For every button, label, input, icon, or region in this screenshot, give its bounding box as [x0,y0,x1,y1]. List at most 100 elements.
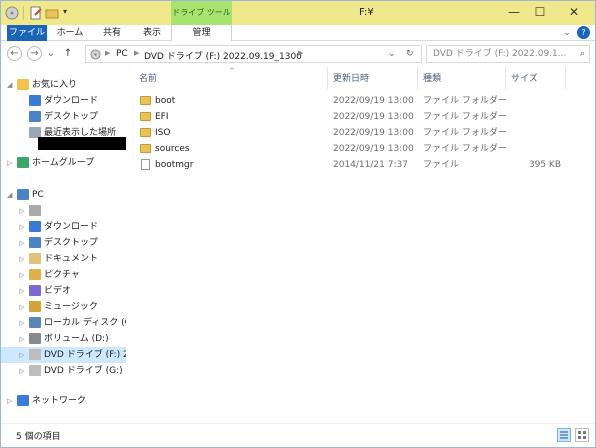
nav-item[interactable]: ▷ ホームグループ [7,155,94,171]
customize-quick-access-icon[interactable]: ▾ [59,3,71,21]
desktop-icon [29,111,41,122]
help-icon[interactable]: ? [577,26,590,39]
folder-icon [140,96,151,105]
file-icon [141,159,150,170]
expand-toggle-icon[interactable]: ▷ [19,347,29,363]
breadcrumb-current[interactable]: DVD ドライブ (F:) 2022.09.19_1300 [144,49,302,62]
nav-item[interactable]: ◢ お気に入り [7,77,77,93]
properties-icon[interactable] [29,6,43,20]
column-divider[interactable] [327,67,328,89]
expand-ribbon-icon[interactable]: ⌄ [561,25,573,41]
nav-item[interactable]: ▷ ビデオ [19,283,71,299]
forward-button[interactable]: → [27,46,42,61]
column-header-size[interactable]: サイズ [511,71,538,87]
nav-item[interactable]: ▷ ミュージック [19,299,98,315]
file-type: ファイル フォルダー [423,128,507,138]
dvd-drive-icon [90,49,101,60]
maximize-button[interactable]: ☐ [529,3,551,21]
pc-icon [17,189,29,200]
expand-toggle-icon[interactable]: ▷ [19,299,29,315]
drive-tools-context-header: ドライブ ツール [171,1,232,25]
file-name: sources [155,144,190,154]
drive-icon[interactable] [5,6,19,20]
file-size [511,109,561,125]
nav-item[interactable]: ▷ ドキュメント [19,251,98,267]
nav-item[interactable]: ◢ PC [7,187,44,203]
file-row[interactable]: bootmgr 2014/11/21 7:37 ファイル 395 KB [127,157,593,173]
search-box[interactable]: DVD ドライブ (F:) 2022.09.1... ⌕ [426,45,590,63]
expand-toggle-icon[interactable]: ▷ [7,155,17,171]
file-row[interactable]: boot 2022/09/19 13:00 ファイル フォルダー [127,93,593,109]
navigation-pane[interactable]: ◢ お気に入り ダウンロード デスクトップ 最近表示した場所 ▷ ホームグループ ◢ PC ▷ ▷ ダ… [1,67,126,423]
nav-item[interactable]: ▷ [19,203,44,219]
file-name: bootmgr [155,160,194,170]
column-header-type[interactable]: 種類 [423,71,441,87]
column-header-name[interactable]: 名前 [139,71,157,87]
divider [23,6,24,20]
tab-home[interactable]: ホーム [55,25,85,41]
recent-locations-button[interactable]: ⌄ [45,46,57,62]
expand-toggle-icon[interactable]: ▷ [7,393,17,409]
download-icon [29,95,41,106]
file-row[interactable]: EFI 2022/09/19 13:00 ファイル フォルダー [127,109,593,125]
nav-item-label: PC [32,190,44,200]
file-row[interactable]: sources 2022/09/19 13:00 ファイル フォルダー [127,141,593,157]
videos-icon [29,285,41,296]
nav-item-label: デスクトップ [44,238,99,248]
column-divider[interactable] [417,67,418,89]
close-button[interactable]: ✕ [556,3,592,21]
nav-item-label: ダウンロード [44,96,99,106]
expand-toggle-icon[interactable]: ▷ [19,283,29,299]
nav-item[interactable]: ▷ ボリューム (D:) [19,331,109,347]
file-name: ISO [155,128,171,138]
file-row[interactable]: ISO 2022/09/19 13:00 ファイル フォルダー [127,125,593,141]
address-bar[interactable]: ▶ PC ▶ DVD ドライブ (F:) 2022.09.19_1300 ▶ ⌄… [85,45,422,63]
tab-file[interactable]: ファイル [7,25,47,41]
user-folder-icon [29,205,41,216]
expand-toggle-icon[interactable]: ▷ [19,267,29,283]
expand-toggle-icon[interactable]: ▷ [19,251,29,267]
nav-item-label: ミュージック [44,302,98,312]
nav-item[interactable]: ▷ ダウンロード [19,219,98,235]
expand-toggle-icon[interactable]: ▷ [19,331,29,347]
homegroup-icon [17,157,29,168]
nav-item[interactable]: ▷ デスクトップ [19,235,98,251]
nav-item[interactable]: ▷ DVD ドライブ (G:) 20 [19,363,126,379]
nav-item[interactable]: ▷ ローカル ディスク (C:) [19,315,126,331]
new-folder-icon[interactable] [45,6,59,20]
file-modified: 2022/09/19 13:00 [333,128,414,138]
up-button[interactable]: ↑ [61,46,75,62]
column-divider[interactable] [565,67,566,89]
tab-share[interactable]: 共有 [97,25,127,41]
minimize-button[interactable]: — [503,3,525,21]
nav-item[interactable]: ▷ DVD ドライブ (F:) 20 [1,347,126,363]
expand-toggle-icon[interactable]: ◢ [7,77,17,93]
expand-toggle-icon[interactable]: ▷ [19,219,29,235]
expand-toggle-icon[interactable]: ▷ [19,363,29,379]
address-dropdown-icon[interactable]: ⌄ [388,49,396,59]
file-modified: 2022/09/19 13:00 [333,144,414,154]
nav-item[interactable]: デスクトップ [19,109,98,125]
search-icon[interactable]: ⌕ [580,46,585,62]
large-icons-view-button[interactable] [575,428,589,442]
refresh-icon[interactable]: ↻ [406,49,414,59]
expand-toggle-icon[interactable]: ▷ [19,203,29,219]
column-header-modified[interactable]: 更新日時 [333,71,369,87]
nav-item[interactable]: ダウンロード [19,93,98,109]
nav-item[interactable]: ▷ ピクチャ [19,267,80,283]
details-view-button[interactable] [557,428,571,442]
local-disk-icon [29,317,41,328]
pictures-icon [29,269,41,280]
expand-toggle-icon[interactable]: ▷ [19,315,29,331]
column-divider[interactable] [505,67,506,89]
tab-manage[interactable]: 管理 [171,25,232,41]
download-icon [29,221,41,232]
breadcrumb-pc[interactable]: PC [116,49,128,59]
file-list: ^ 名前 更新日時 種類 サイズ boot 2022/09/19 13:00 ファイ… [127,67,593,423]
nav-item[interactable]: ▷ ネットワーク [7,393,86,409]
expand-toggle-icon[interactable]: ▷ [19,235,29,251]
volume-icon [29,333,41,344]
tab-view[interactable]: 表示 [137,25,167,41]
expand-toggle-icon[interactable]: ◢ [7,187,17,203]
back-button[interactable]: ← [7,46,22,61]
